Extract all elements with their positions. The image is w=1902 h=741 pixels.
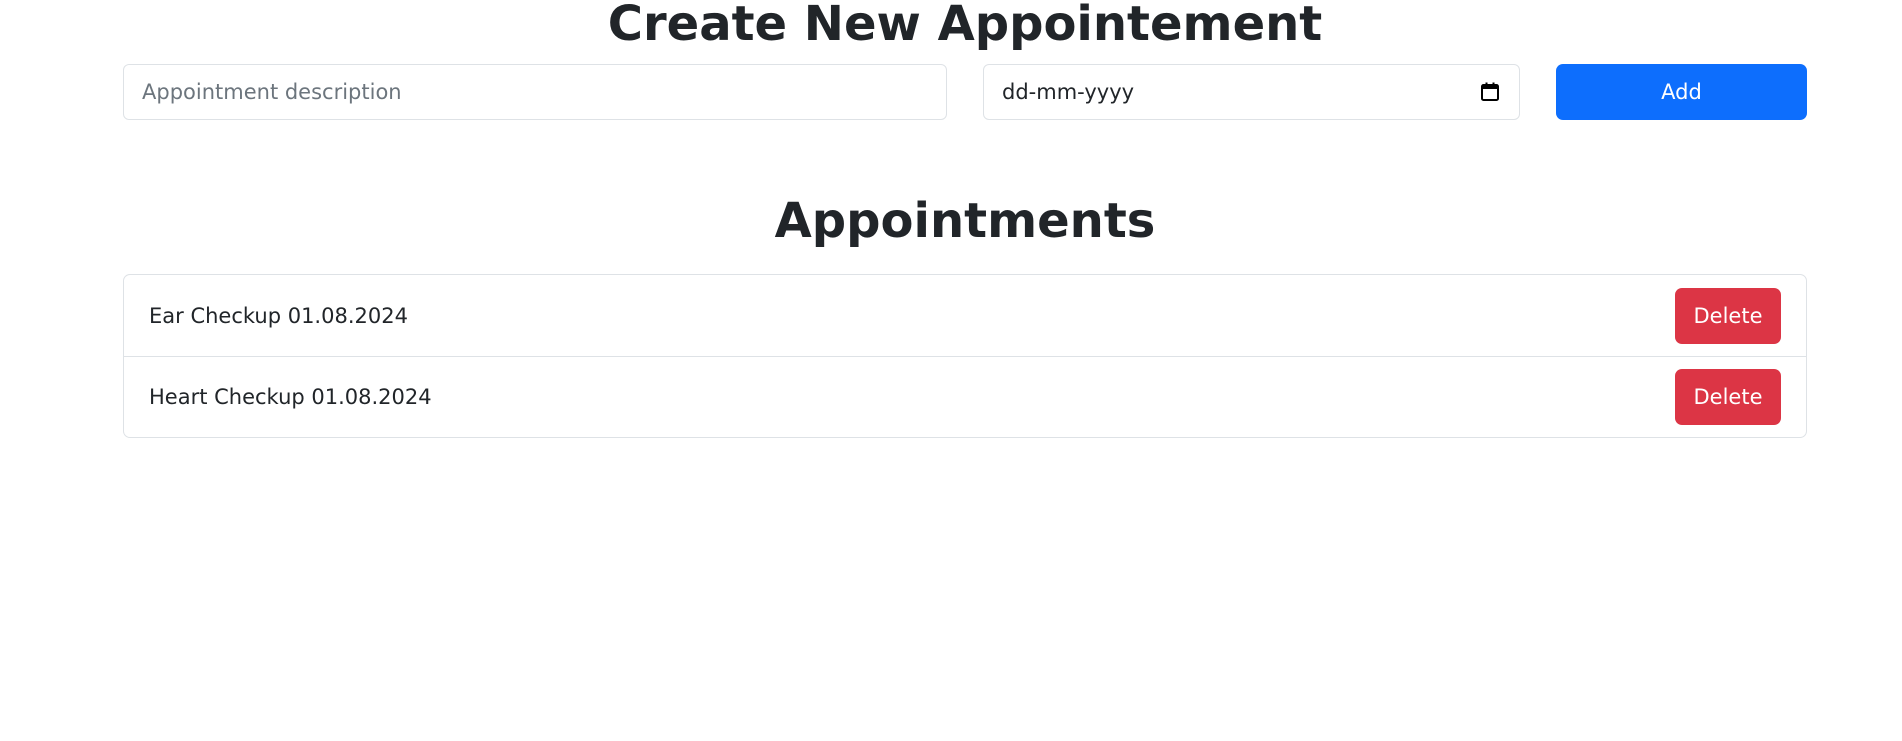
create-appointment-title: Create New Appointement <box>607 0 1323 52</box>
appointment-description-input[interactable] <box>123 64 947 120</box>
appointment-date-input[interactable]: dd-mm-yyyy <box>983 64 1520 120</box>
appointments-title: Appointments <box>774 193 1156 249</box>
appointment-text: Heart Checkup 01.08.2024 <box>149 385 432 409</box>
appointments-list: Ear Checkup 01.08.2024 Delete Heart Chec… <box>123 274 1807 438</box>
add-appointment-button[interactable]: Add <box>1556 64 1807 120</box>
page: Create New Appointement dd-mm-yyyy Add A… <box>0 0 1902 741</box>
appointment-text: Ear Checkup 01.08.2024 <box>149 303 408 328</box>
list-item: Ear Checkup 01.08.2024 Delete <box>124 275 1806 356</box>
date-input-value: dd-mm-yyyy <box>1002 80 1135 104</box>
calendar-icon[interactable] <box>1479 81 1501 103</box>
list-item: Heart Checkup 01.08.2024 Delete <box>124 356 1806 437</box>
delete-button[interactable]: Delete <box>1675 369 1781 425</box>
delete-button[interactable]: Delete <box>1675 287 1781 344</box>
